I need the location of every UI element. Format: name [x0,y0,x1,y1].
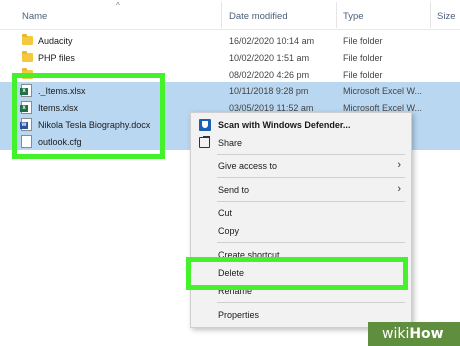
menu-divider [217,201,405,202]
file-type: Microsoft Excel W... [343,86,423,96]
menu-divider [217,302,405,303]
file-date: 10/11/2018 9:28 pm [229,86,309,96]
watermark-how: How [409,326,444,342]
column-header-date-modified[interactable]: Date modified [229,11,288,22]
watermark-wiki: wiki [382,326,410,342]
column-header-name[interactable]: Name [22,11,47,22]
menu-item-cut[interactable]: Cut [191,203,411,223]
folder-icon [22,34,33,45]
column-divider[interactable] [430,2,431,28]
menu-item-scan-defender[interactable]: Scan with Windows Defender... [191,115,411,135]
file-name: PHP files [38,53,75,63]
menu-divider [217,154,405,155]
menu-item-label: Give access to [218,161,278,171]
file-date: 16/02/2020 10:14 am [229,36,315,46]
file-type: File folder [343,36,383,46]
menu-item-label: Properties [218,310,260,320]
menu-item-label: Share [218,138,243,148]
chevron-right-icon: › [397,183,401,195]
context-menu: Scan with Windows Defender... Share Give… [190,112,412,328]
file-date: 10/02/2020 1:51 am [229,53,310,63]
list-item[interactable]: PHP files 10/02/2020 1:51 am File folder [0,49,460,66]
menu-item-label: Cut [218,208,233,218]
wikihow-watermark: wikiHow [368,322,460,346]
menu-item-send-to[interactable]: Send to › [191,180,411,200]
column-header-bar: ^ Name Date modified Type Size [0,0,460,30]
selection-highlight-box [12,73,165,159]
menu-divider [217,177,405,178]
file-name: Audacity [38,36,73,46]
file-type: File folder [343,53,383,63]
share-icon [199,137,210,148]
file-date: 08/02/2020 4:26 pm [229,70,310,80]
delete-highlight-box [186,257,408,290]
menu-item-copy[interactable]: Copy [191,221,411,241]
menu-item-label: Send to [218,185,250,195]
column-divider[interactable] [221,2,222,28]
menu-item-label: Copy [218,226,240,236]
menu-divider [217,242,405,243]
column-header-size[interactable]: Size [437,11,455,22]
folder-icon [22,51,33,62]
sort-caret-icon[interactable]: ^ [116,1,120,10]
file-type: File folder [343,70,383,80]
chevron-right-icon: › [397,159,401,171]
menu-item-share[interactable]: Share [191,133,411,153]
column-divider[interactable] [336,2,337,28]
windows-defender-icon [199,119,211,131]
list-item[interactable]: Audacity 16/02/2020 10:14 am File folder [0,32,460,49]
column-header-type[interactable]: Type [343,11,364,22]
menu-item-give-access[interactable]: Give access to › [191,156,411,176]
menu-item-label: Scan with Windows Defender... [218,120,351,130]
